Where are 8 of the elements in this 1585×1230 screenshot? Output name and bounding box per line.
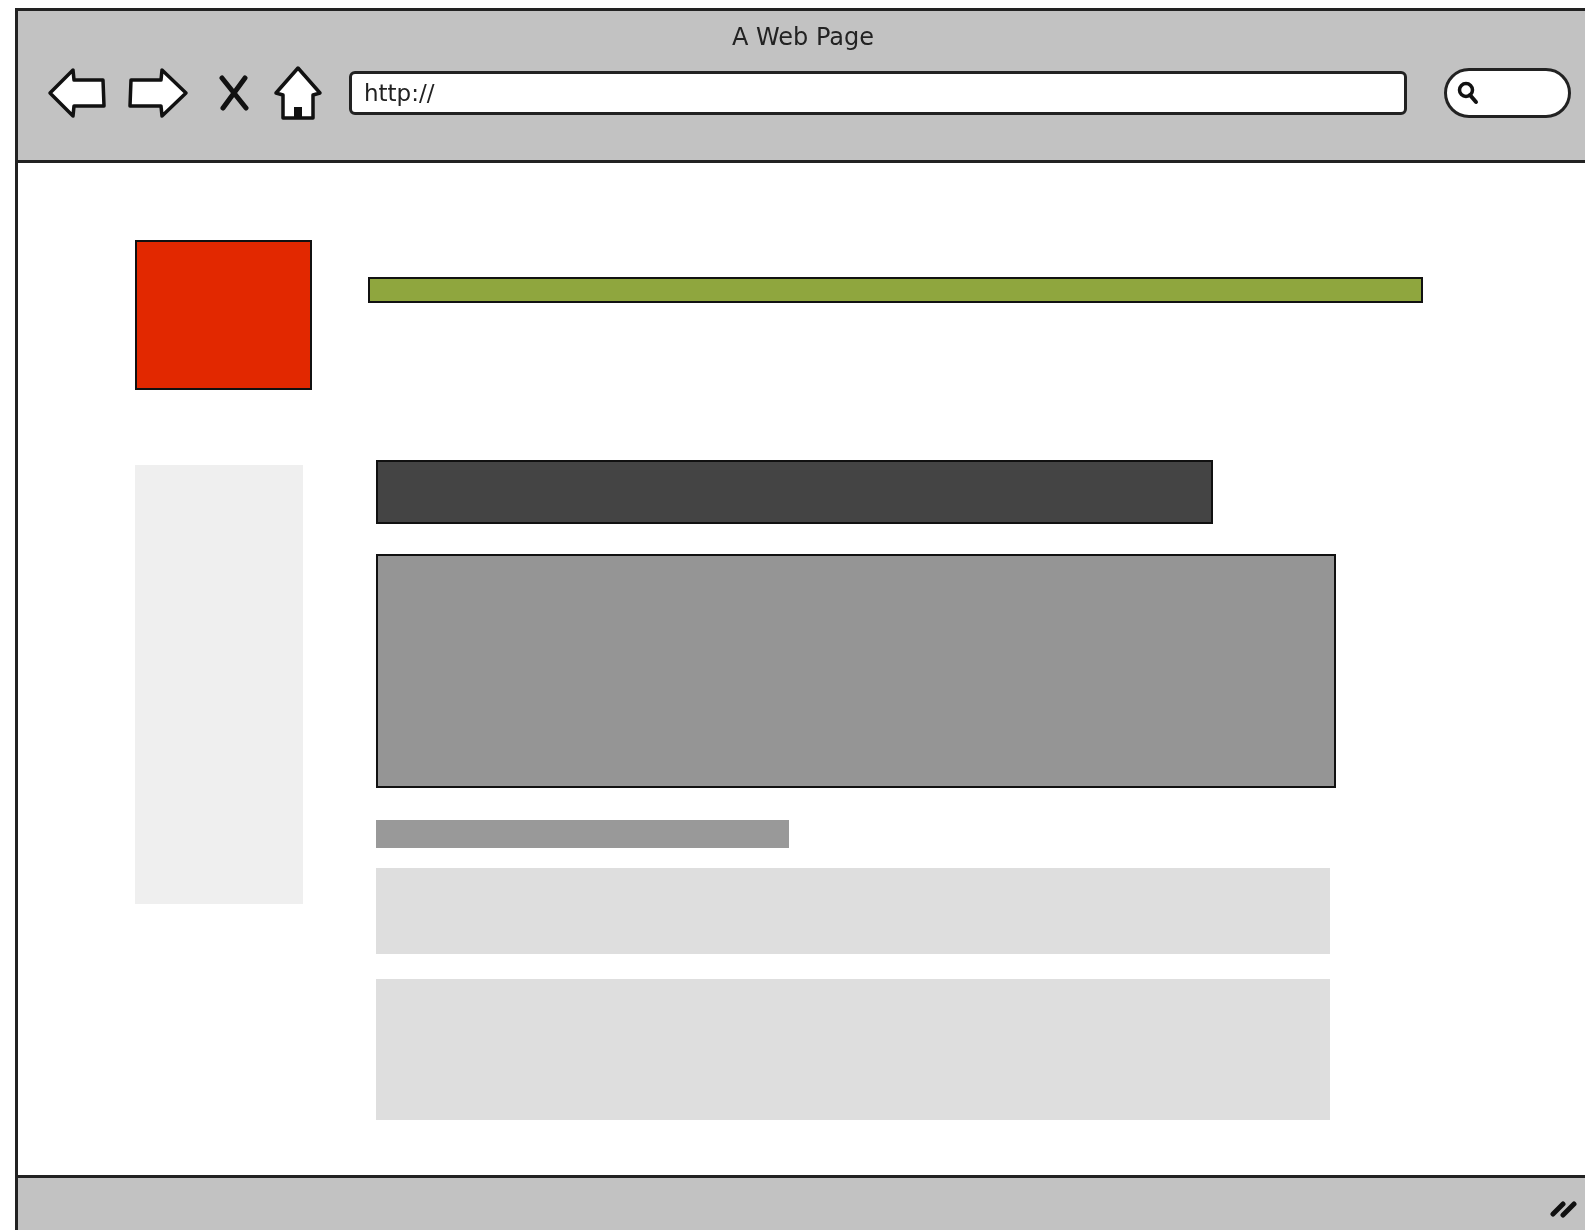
home-icon[interactable] xyxy=(273,65,323,121)
address-field[interactable]: http:// xyxy=(349,71,1407,115)
back-icon[interactable] xyxy=(47,67,107,119)
forward-icon[interactable] xyxy=(127,67,189,119)
search-field[interactable] xyxy=(1444,68,1571,118)
search-icon xyxy=(1457,81,1479,105)
close-icon[interactable] xyxy=(218,75,250,111)
window-title: A Web Page xyxy=(731,23,875,51)
